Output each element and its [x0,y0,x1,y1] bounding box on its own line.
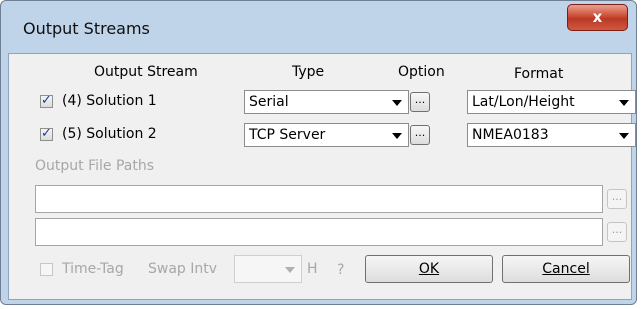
stream1-format-select[interactable]: Lat/Lon/Height [467,90,636,114]
stream1-type-select[interactable]: Serial [244,90,409,114]
stream1-format-value: Lat/Lon/Height [472,94,575,110]
stream1-checkbox[interactable] [40,93,53,108]
stream1-label: (4) Solution 1 [62,93,157,109]
chevron-down-icon [619,100,629,106]
dialog-window: Output Streams x Output Stream Type Opti… [0,0,637,305]
stream2-format-value: NMEA0183 [472,127,549,143]
stream2-format-select[interactable]: NMEA0183 [467,123,636,147]
header-option: Option [398,64,445,80]
dialog-body: Output Stream Type Option Format (4) Sol… [8,53,636,300]
file-path-1-input[interactable] [35,185,603,213]
cancel-button[interactable]: Cancel [502,255,630,283]
chevron-down-icon [392,100,402,106]
ok-button[interactable]: OK [365,255,493,283]
stream2-label: (5) Solution 2 [62,126,157,142]
close-icon: x [592,8,603,26]
chevron-down-icon [619,133,629,139]
chevron-down-icon [392,133,402,139]
help-icon: ? [337,262,345,278]
time-tag-checkbox[interactable] [40,263,53,276]
header-type: Type [292,64,325,80]
output-file-paths-label: Output File Paths [35,158,155,174]
file-path-2-browse-button[interactable]: ... [607,222,627,242]
chevron-down-icon [285,267,295,273]
file-path-2-input[interactable] [35,218,603,246]
ok-button-label: OK [418,261,440,277]
window-title: Output Streams [23,19,150,38]
swap-interval-label: Swap Intv [148,261,218,277]
stream1-type-value: Serial [249,94,289,110]
header-format: Format [514,66,564,82]
swap-unit-label: H [307,261,318,277]
stream2-type-select[interactable]: TCP Server [244,123,409,147]
stream2-option-button[interactable]: ... [410,125,430,145]
time-tag-label: Time-Tag [62,261,124,277]
stream2-type-value: TCP Server [249,127,326,143]
swap-interval-select[interactable] [234,255,302,283]
stream2-checkbox[interactable] [40,126,53,141]
stream1-option-button[interactable]: ... [410,92,430,112]
cancel-button-label: Cancel [542,261,590,277]
file-path-1-browse-button[interactable]: ... [607,189,627,209]
close-button[interactable]: x [567,4,628,31]
header-output-stream: Output Stream [94,64,198,80]
